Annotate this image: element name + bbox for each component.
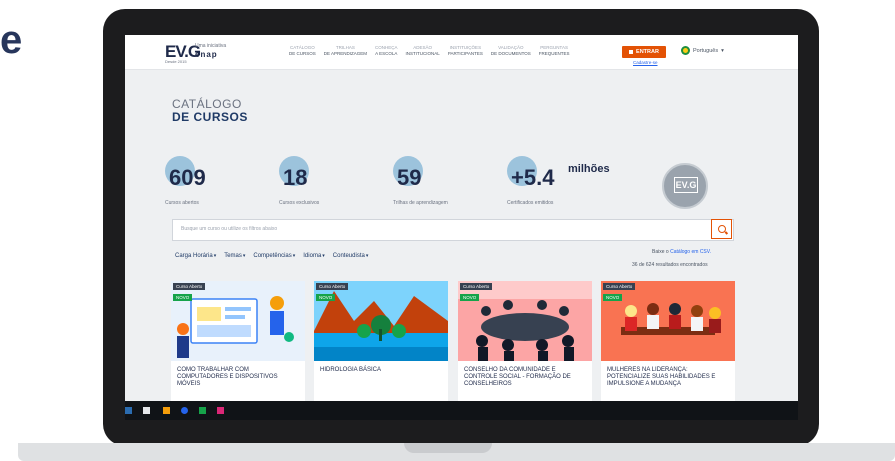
course-card[interactable]: Curso Aberto NOVO MULHERES NA LIDERANÇA:… bbox=[601, 281, 735, 420]
filter-competencias[interactable]: Competências▾ bbox=[253, 253, 295, 259]
status-badge: Curso Aberto bbox=[173, 283, 206, 290]
csv-link[interactable]: Catálogo em CSV. bbox=[670, 249, 711, 255]
new-badge: NOVO bbox=[460, 294, 480, 301]
page-title-line2: DE CURSOS bbox=[172, 110, 248, 124]
cadastre-link[interactable]: Cadastre-se bbox=[633, 60, 658, 65]
app-icon[interactable] bbox=[199, 407, 206, 414]
chrome-icon[interactable] bbox=[181, 407, 188, 414]
course-image-hidrologia bbox=[314, 281, 448, 361]
status-badge: Curso Aberto bbox=[460, 283, 493, 290]
course-title: COMO TRABALHAR COM COMPUTADORES E DISPOS… bbox=[177, 367, 278, 387]
app-icon[interactable] bbox=[217, 407, 224, 414]
laptop-notch bbox=[404, 443, 492, 453]
nav-catalogo[interactable]: CATÁLOGO DE CURSOS bbox=[289, 45, 316, 57]
course-image-conselho bbox=[458, 281, 592, 361]
nav-perguntas[interactable]: PERGUNTAS FREQUENTES bbox=[539, 45, 570, 57]
nav-instituicoes[interactable]: INSTITUIÇÕES PARTICIPANTES bbox=[448, 45, 483, 57]
browser-screen: EV.G Uma iniciativa enap Desde 2015 CATÁ… bbox=[125, 35, 798, 420]
nav-conheca[interactable]: CONHEÇA A ESCOLA bbox=[375, 45, 398, 57]
course-image-mulheres bbox=[601, 281, 735, 361]
nav-adesao[interactable]: ADESÃO INSTITUCIONAL bbox=[406, 45, 440, 57]
new-badge: NOVO bbox=[316, 294, 336, 301]
main-nav: CATÁLOGO DE CURSOS TRILHAS DE APRENDIZAGEM… bbox=[289, 45, 570, 57]
windows-start-icon[interactable] bbox=[125, 407, 132, 414]
chevron-down-icon: ▾ bbox=[721, 47, 724, 54]
course-title: CONSELHO DA COMUNIDADE E CONTROLE SOCIAL… bbox=[464, 367, 571, 387]
partial-heading-letter: e bbox=[0, 18, 23, 62]
file-explorer-icon[interactable] bbox=[163, 407, 170, 414]
course-card[interactable]: Curso Aberto NOVO COMO TRABALHAR COM COM… bbox=[171, 281, 305, 420]
search-icon bbox=[718, 225, 726, 233]
new-badge: NOVO bbox=[173, 294, 193, 301]
course-title: HIDROLOGIA BÁSICA bbox=[320, 367, 382, 373]
filter-temas[interactable]: Temas▾ bbox=[224, 253, 245, 259]
enap-logo: enap bbox=[195, 50, 218, 59]
logo-since: Desde 2015 bbox=[165, 59, 187, 64]
page-title-line1: CATÁLOGO bbox=[172, 97, 242, 111]
entrar-button[interactable]: ENTRAR bbox=[622, 46, 666, 58]
search-box[interactable]: Busque um curso ou utilize os filtros ab… bbox=[172, 219, 734, 241]
filter-bar: Carga Horária▾ Temas▾ Competências▾ Idio… bbox=[175, 253, 368, 259]
nav-trilhas[interactable]: TRILHAS DE APRENDIZAGEM bbox=[324, 45, 367, 57]
course-card[interactable]: Curso Aberto NOVO HIDROLOGIA BÁSICA bbox=[314, 281, 448, 420]
course-card[interactable]: Curso Aberto NOVO CONSELHO DA COMUNIDADE… bbox=[458, 281, 592, 420]
csv-download: Baixe o Catálogo em CSV. bbox=[652, 249, 712, 255]
nav-validacao[interactable]: VALIDAÇÃO DE DOCUMENTOS bbox=[491, 45, 531, 57]
filter-idioma[interactable]: Idioma▾ bbox=[303, 253, 325, 259]
os-taskbar bbox=[125, 401, 798, 420]
status-badge: Curso Aberto bbox=[316, 283, 349, 290]
results-count: 36 de 624 resultados encontrados bbox=[632, 262, 708, 268]
status-badge: Curso Aberto bbox=[603, 283, 636, 290]
course-title: MULHERES NA LIDERANÇA: POTENCIALIZE SUAS… bbox=[607, 367, 716, 387]
language-selector[interactable]: Português ▾ bbox=[681, 46, 724, 55]
search-taskbar-icon[interactable] bbox=[143, 407, 150, 414]
brazil-flag-icon bbox=[681, 46, 690, 55]
filter-carga-horaria[interactable]: Carga Horária▾ bbox=[175, 253, 216, 259]
stat-unit: milhões bbox=[568, 163, 610, 175]
lock-icon bbox=[629, 49, 634, 54]
new-badge: NOVO bbox=[603, 294, 623, 301]
filter-conteudista[interactable]: Conteudista▾ bbox=[333, 253, 369, 259]
search-button[interactable] bbox=[711, 219, 732, 239]
search-input[interactable]: Busque um curso ou utilize os filtros ab… bbox=[181, 226, 277, 232]
site-header: EV.G Uma iniciativa enap Desde 2015 CATÁ… bbox=[125, 35, 798, 70]
evg-seal-badge: EV.G bbox=[662, 163, 708, 209]
course-image-computadores bbox=[171, 281, 305, 361]
logo-tagline: Uma iniciativa bbox=[195, 43, 227, 49]
